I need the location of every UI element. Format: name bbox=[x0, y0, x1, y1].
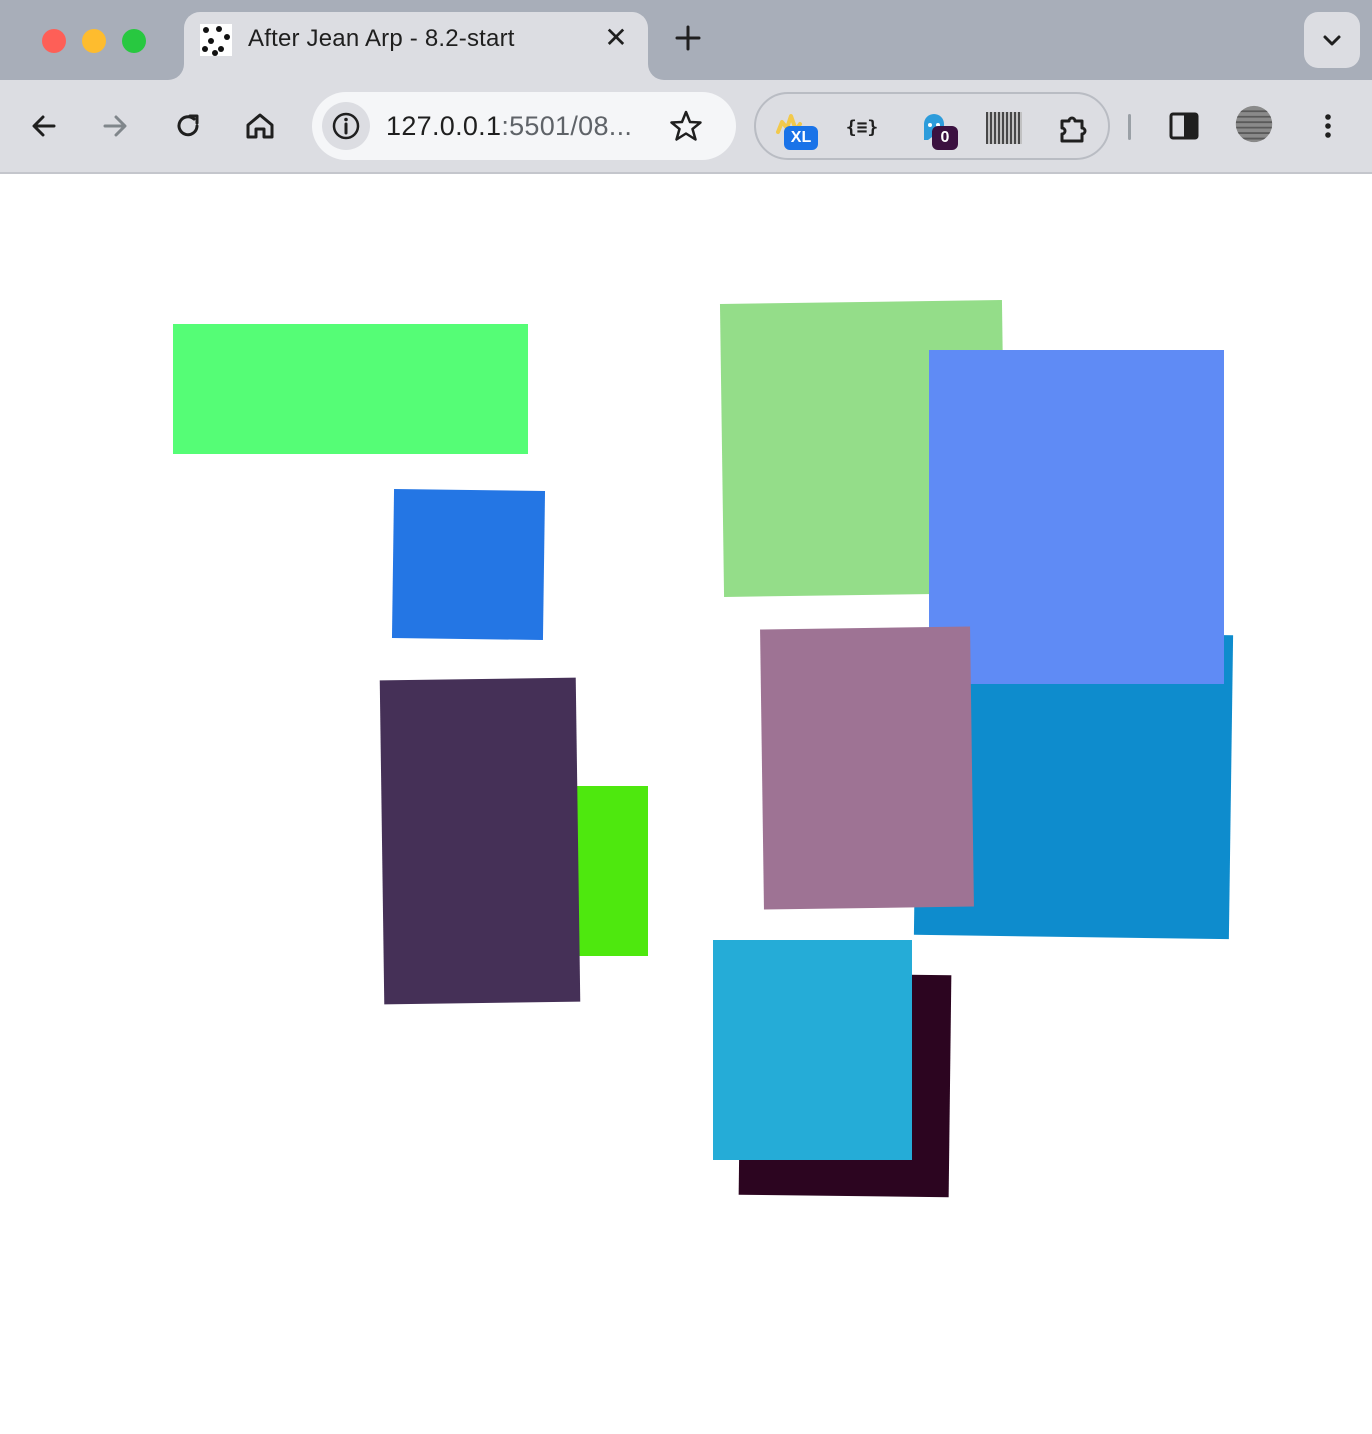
bookmark-star-icon[interactable] bbox=[668, 108, 704, 144]
back-arrow-icon[interactable] bbox=[24, 106, 64, 146]
home-icon[interactable] bbox=[240, 106, 280, 146]
puzzle-extensions-icon[interactable] bbox=[1056, 110, 1092, 146]
noise-extension-icon[interactable] bbox=[986, 112, 1022, 144]
more-menu-icon[interactable] bbox=[1308, 106, 1348, 146]
sky-blue-square bbox=[713, 940, 912, 1160]
close-window-button[interactable] bbox=[42, 29, 66, 53]
tab-search-button[interactable] bbox=[1304, 12, 1360, 68]
address-bar[interactable]: 127.0.0.1:5501/08... bbox=[312, 92, 736, 160]
maximize-window-button[interactable] bbox=[122, 29, 146, 53]
url-host: 127.0.0.1 bbox=[386, 111, 502, 141]
url-path: :5501/08... bbox=[501, 111, 633, 141]
profile-avatar[interactable] bbox=[1234, 104, 1278, 148]
ghostery-icon[interactable]: 0 bbox=[916, 110, 958, 150]
royal-blue-square bbox=[391, 488, 546, 641]
xl-badge: XL bbox=[784, 126, 818, 150]
bright-green-rectangle bbox=[173, 324, 528, 454]
tab-strip: After Jean Arp - 8.2-start ✕ bbox=[0, 0, 1372, 80]
close-tab-icon[interactable]: ✕ bbox=[604, 24, 628, 52]
page-favicon-icon bbox=[200, 24, 232, 56]
mauve-rectangle bbox=[760, 626, 974, 910]
dark-purple-rectangle bbox=[379, 677, 581, 1005]
lime-green-rectangle bbox=[576, 786, 648, 956]
forward-arrow-icon[interactable] bbox=[95, 106, 135, 146]
browser-toolbar: 127.0.0.1:5501/08... XL {≡} 0 bbox=[0, 80, 1372, 174]
side-panel-icon[interactable] bbox=[1164, 106, 1204, 146]
reload-icon[interactable] bbox=[168, 106, 208, 146]
json-formatter-icon[interactable]: {≡} bbox=[842, 110, 882, 146]
url-text[interactable]: 127.0.0.1:5501/08... bbox=[386, 111, 632, 142]
ghostery-count-badge: 0 bbox=[932, 126, 958, 150]
periwinkle-blue-rectangle bbox=[929, 350, 1224, 684]
extensions-group: XL {≡} 0 bbox=[754, 92, 1110, 160]
tab-title: After Jean Arp - 8.2-start bbox=[248, 25, 515, 52]
plus-icon[interactable] bbox=[672, 22, 704, 54]
browser-tab-active[interactable]: After Jean Arp - 8.2-start ✕ bbox=[184, 12, 648, 80]
minimize-window-button[interactable] bbox=[82, 29, 106, 53]
chevron-down-icon bbox=[1323, 35, 1341, 46]
site-info-icon[interactable] bbox=[322, 102, 370, 150]
toolbar-divider bbox=[1128, 114, 1131, 140]
xl-extension-icon[interactable]: XL bbox=[772, 110, 818, 150]
page-canvas bbox=[0, 174, 1372, 1434]
